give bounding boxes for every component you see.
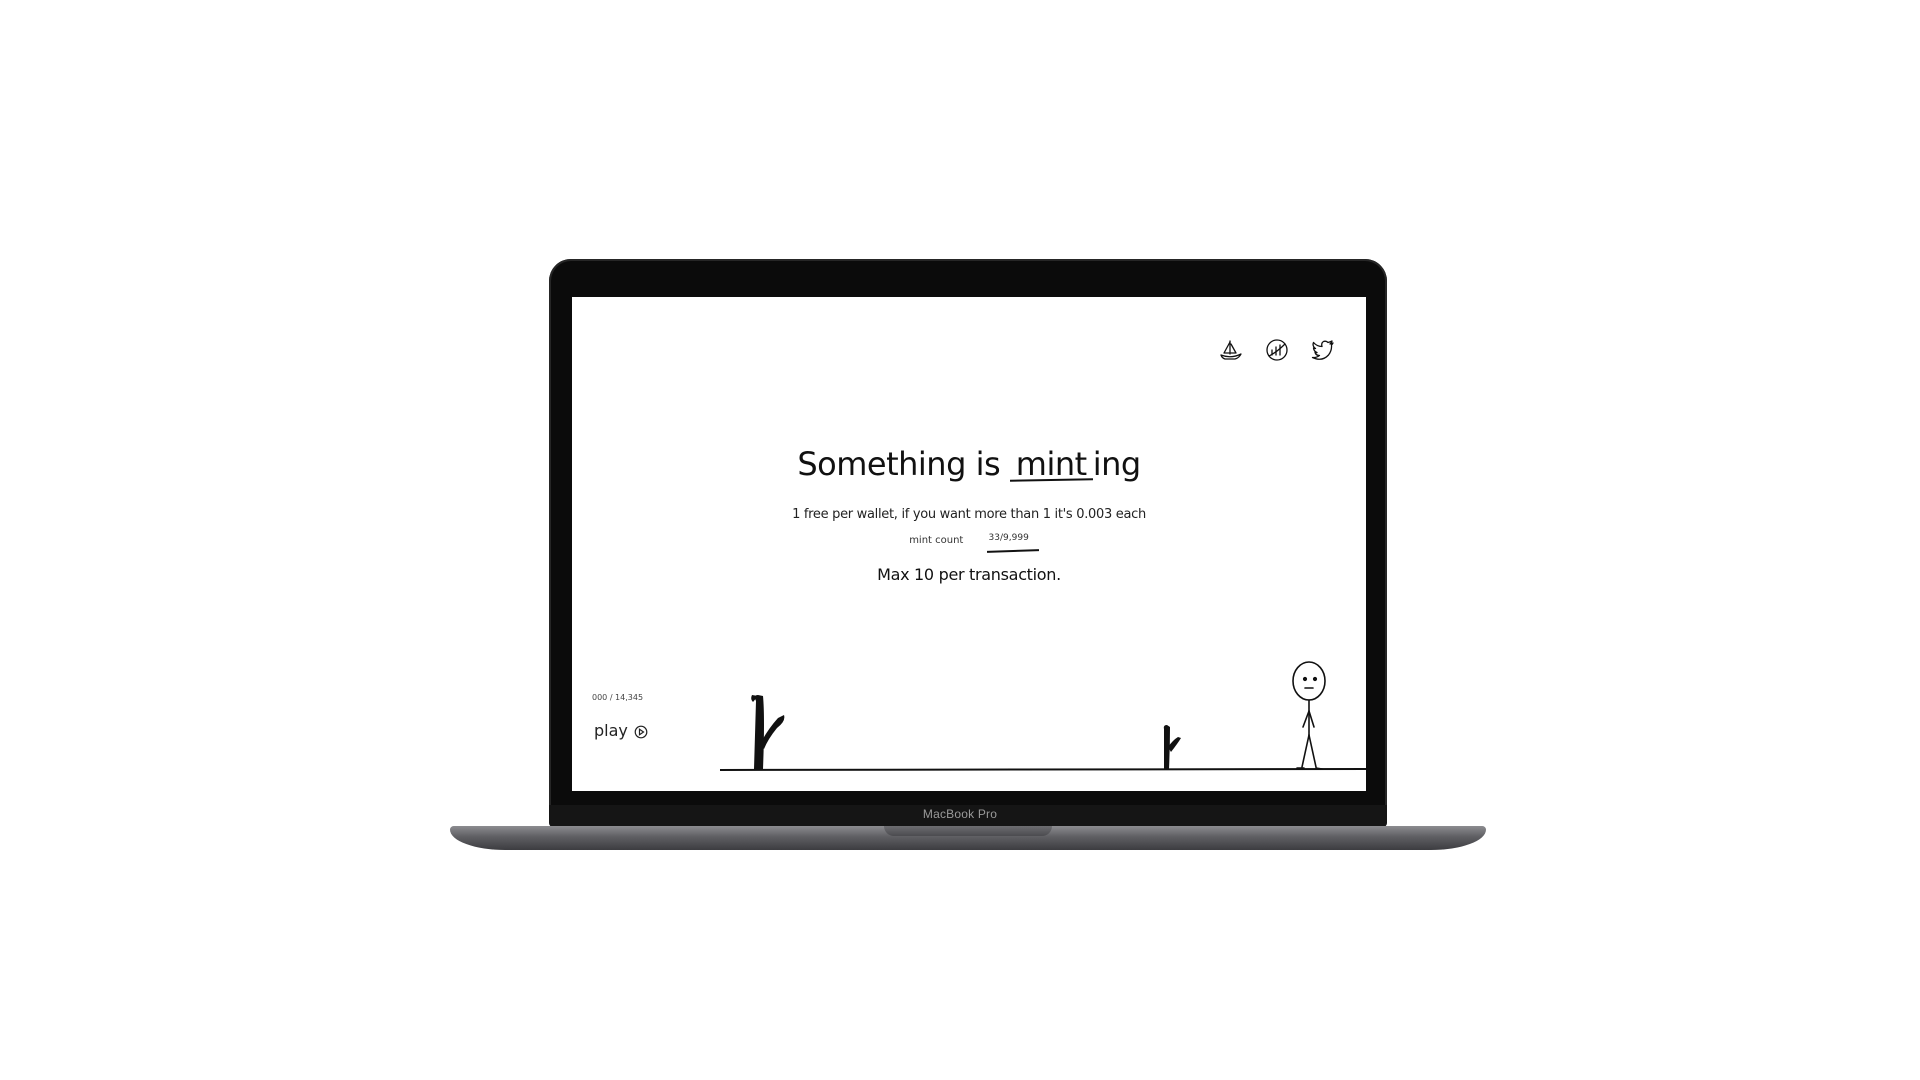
twitter-bird-icon[interactable]: [1310, 337, 1336, 363]
page: MacBook Pro Something is mint ing 1 free…: [0, 0, 1920, 1080]
mint-count-value: 33/9,999: [988, 533, 1029, 543]
screen: Something is mint ing 1 free per wallet, …: [572, 297, 1366, 791]
mint-count-label: mint count: [909, 535, 964, 546]
headline-highlight: mint: [1010, 445, 1093, 483]
social-links: [1218, 337, 1336, 363]
stick-figure-character: [1292, 661, 1326, 770]
cactus-obstacle: [751, 695, 785, 769]
headline-prefix: Something is: [797, 445, 1001, 483]
laptop-brand-label: MacBook Pro: [922, 807, 998, 821]
play-circle-icon: [634, 724, 648, 738]
play-button[interactable]: play: [594, 721, 648, 740]
etherscan-chart-icon[interactable]: [1264, 337, 1290, 363]
page-title: Something is mint ing: [572, 445, 1366, 483]
max-per-transaction-note: Max 10 per transaction.: [877, 565, 1061, 584]
game-score: 000 / 14,345: [592, 693, 644, 702]
opensea-boat-icon[interactable]: [1218, 337, 1244, 363]
ground-line: [719, 768, 1366, 771]
play-label: play: [594, 721, 628, 740]
mint-count-row: mint count 33/9,999: [572, 533, 1366, 546]
headline-suffix: ing: [1092, 445, 1141, 483]
laptop-notch: [884, 826, 1052, 836]
price-note: 1 free per wallet, if you want more than…: [792, 507, 1146, 522]
cactus-obstacle-small: [1163, 725, 1181, 769]
